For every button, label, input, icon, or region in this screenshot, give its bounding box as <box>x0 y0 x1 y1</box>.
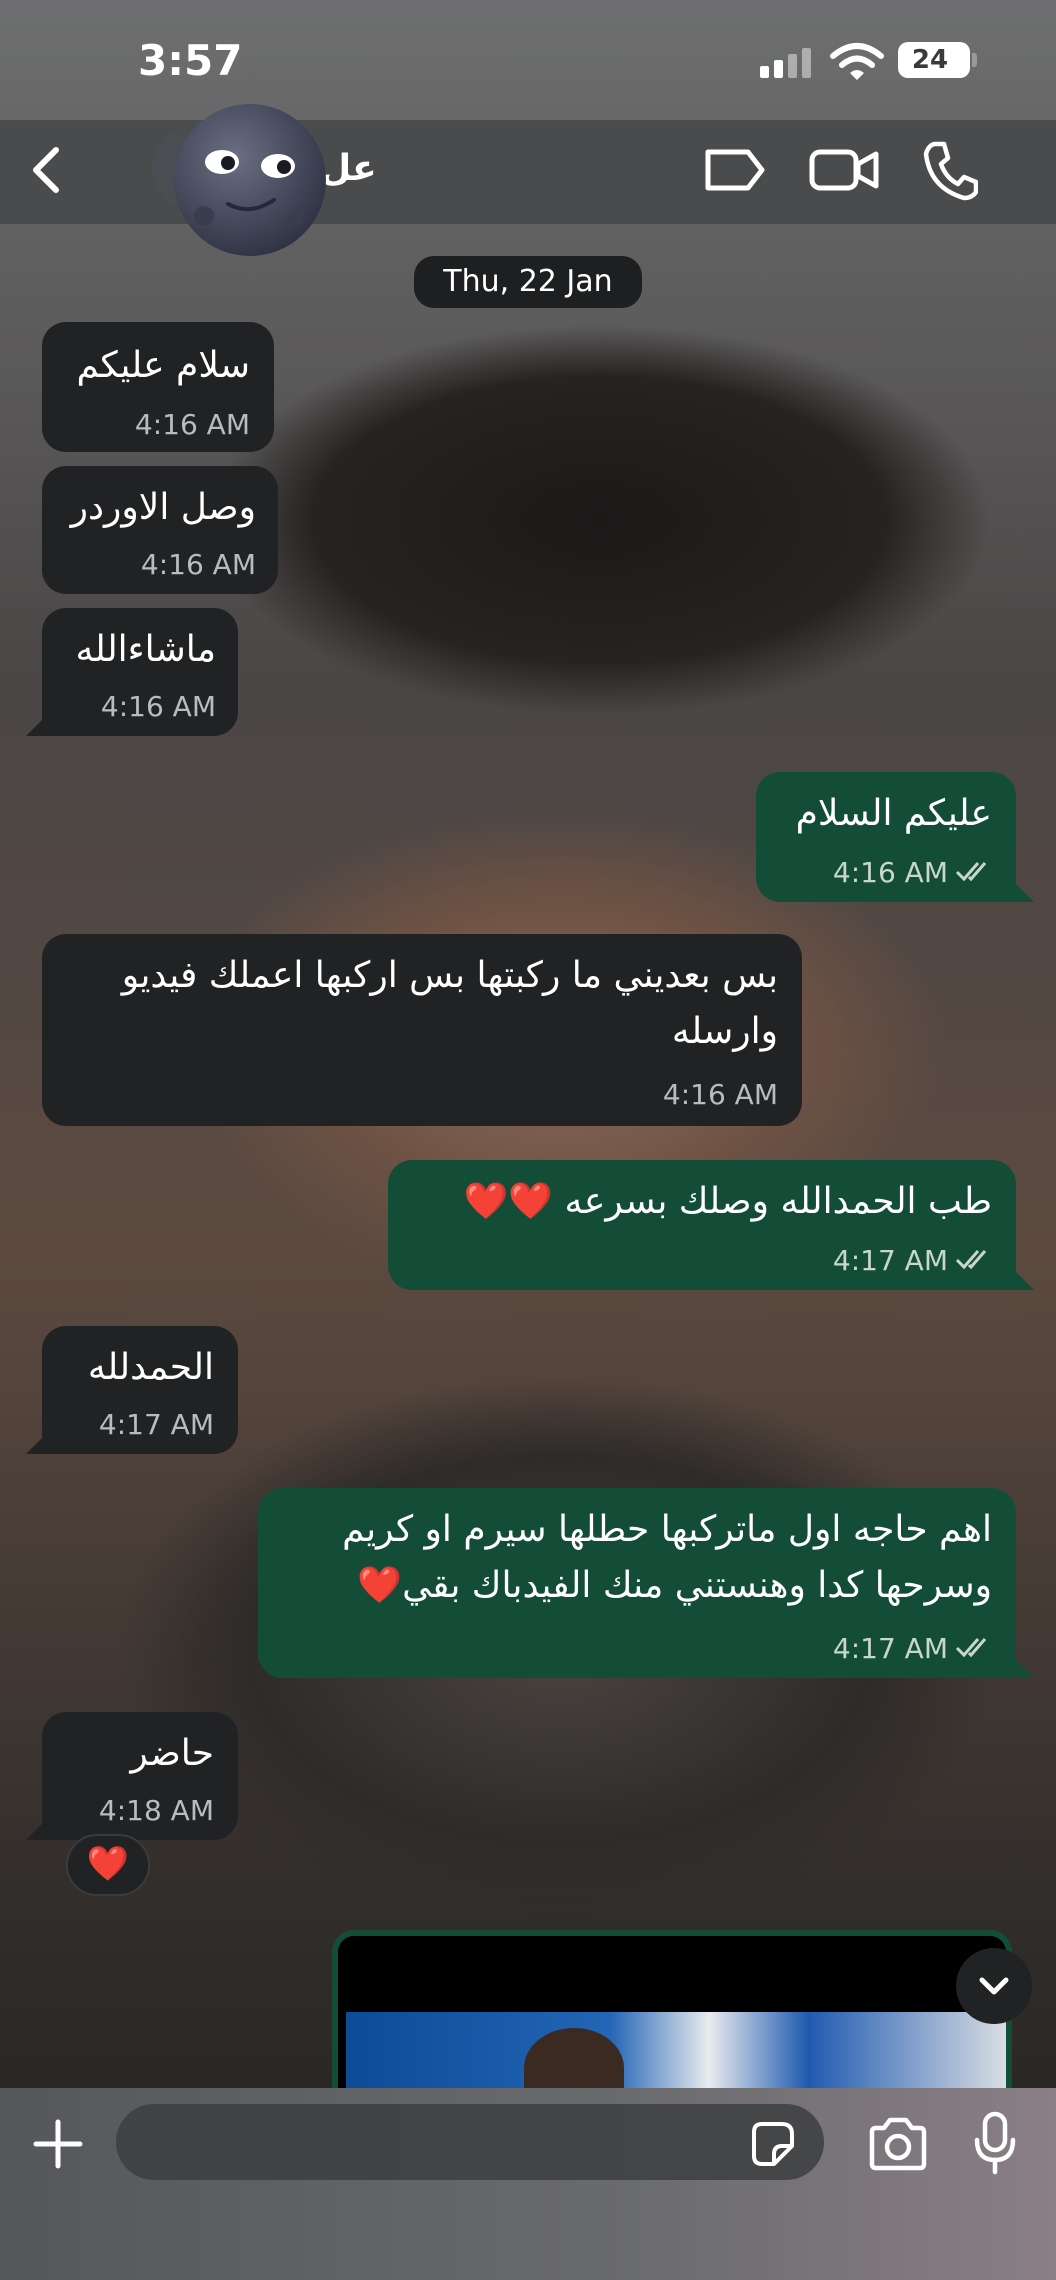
message-text: سلام عليكم <box>76 345 250 386</box>
message-text: وسرحها كدا وهنستني منك الفيدباك بقي❤️ <box>357 1565 992 1606</box>
cellular-signal-icon <box>760 48 812 78</box>
video-camera-icon[interactable] <box>808 140 880 200</box>
read-receipt-icon <box>955 1638 987 1658</box>
message-time: 4:16 AM <box>662 1078 778 1111</box>
message-bubble-incoming[interactable]: الحمدلله 4:17 AM <box>42 1326 238 1454</box>
message-text: وصل الاوردر <box>70 487 256 528</box>
message-bubble-outgoing[interactable]: عليكم السلام 4:16 AM <box>756 772 1016 902</box>
phone-icon[interactable] <box>922 138 978 202</box>
battery-icon: 24 <box>898 42 970 78</box>
scroll-to-bottom-chevron-icon[interactable] <box>956 1948 1032 2024</box>
back-chevron-icon[interactable] <box>20 140 76 200</box>
message-bubble-incoming[interactable]: سلام عليكم 4:16 AM <box>42 322 274 452</box>
status-time: 3:57 <box>138 36 243 85</box>
message-text: اهم حاجه اول ماتركبها حطلها سيرم او كريم <box>342 1509 992 1550</box>
message-time: 4:16 AM <box>100 690 216 723</box>
message-text: ماشاءالله <box>75 629 216 670</box>
message-text: وارسله <box>671 1011 778 1052</box>
message-text: حاضر <box>130 1733 214 1774</box>
battery-level: 24 <box>911 45 949 75</box>
message-input[interactable] <box>116 2104 824 2180</box>
message-time: 4:17 AM <box>98 1408 214 1441</box>
message-time: 4:18 AM <box>98 1794 214 1827</box>
heart-reaction[interactable]: ❤️ <box>66 1834 150 1896</box>
message-time: 4:16 AM <box>832 856 948 889</box>
new-moon-face-icon <box>174 104 326 256</box>
read-receipt-icon <box>955 1250 987 1270</box>
sticker-icon[interactable] <box>746 2118 798 2170</box>
message-bubble-incoming[interactable]: حاضر 4:18 AM <box>42 1712 238 1840</box>
message-bubble-incoming[interactable]: بس بعديني ما ركبتها بس اركبها اعملك فيدي… <box>42 934 802 1126</box>
video-thumbnail <box>346 2012 1006 2090</box>
camera-icon[interactable] <box>866 2116 930 2172</box>
read-receipt-icon <box>955 862 987 882</box>
date-separator: Thu, 22 Jan <box>414 256 642 308</box>
message-bubble-incoming[interactable]: وصل الاوردر 4:16 AM <box>42 466 278 594</box>
message-time: 4:17 AM <box>832 1632 948 1665</box>
plus-icon[interactable] <box>32 2118 84 2170</box>
message-text: الحمدلله <box>87 1347 214 1388</box>
microphone-icon[interactable] <box>972 2110 1018 2176</box>
video-message-preview[interactable] <box>332 1930 1012 2090</box>
message-text: عليكم السلام <box>795 793 992 834</box>
message-time: 4:16 AM <box>134 408 250 441</box>
message-text: بس بعديني ما ركبتها بس اركبها اعملك فيدي… <box>121 955 778 996</box>
message-text: طب الحمدالله وصلك بسرعه ❤️❤️ <box>463 1181 992 1222</box>
wifi-icon <box>830 43 884 80</box>
message-time: 4:17 AM <box>832 1244 948 1277</box>
label-icon[interactable] <box>702 140 768 200</box>
message-bubble-outgoing[interactable]: اهم حاجه اول ماتركبها حطلها سيرم او كريم… <box>258 1488 1016 1678</box>
message-bubble-outgoing[interactable]: طب الحمدالله وصلك بسرعه ❤️❤️ 4:17 AM <box>388 1160 1016 1290</box>
message-time: 4:16 AM <box>140 548 256 581</box>
message-bubble-incoming[interactable]: ماشاءالله 4:16 AM <box>42 608 238 736</box>
battery-tip <box>972 53 977 67</box>
